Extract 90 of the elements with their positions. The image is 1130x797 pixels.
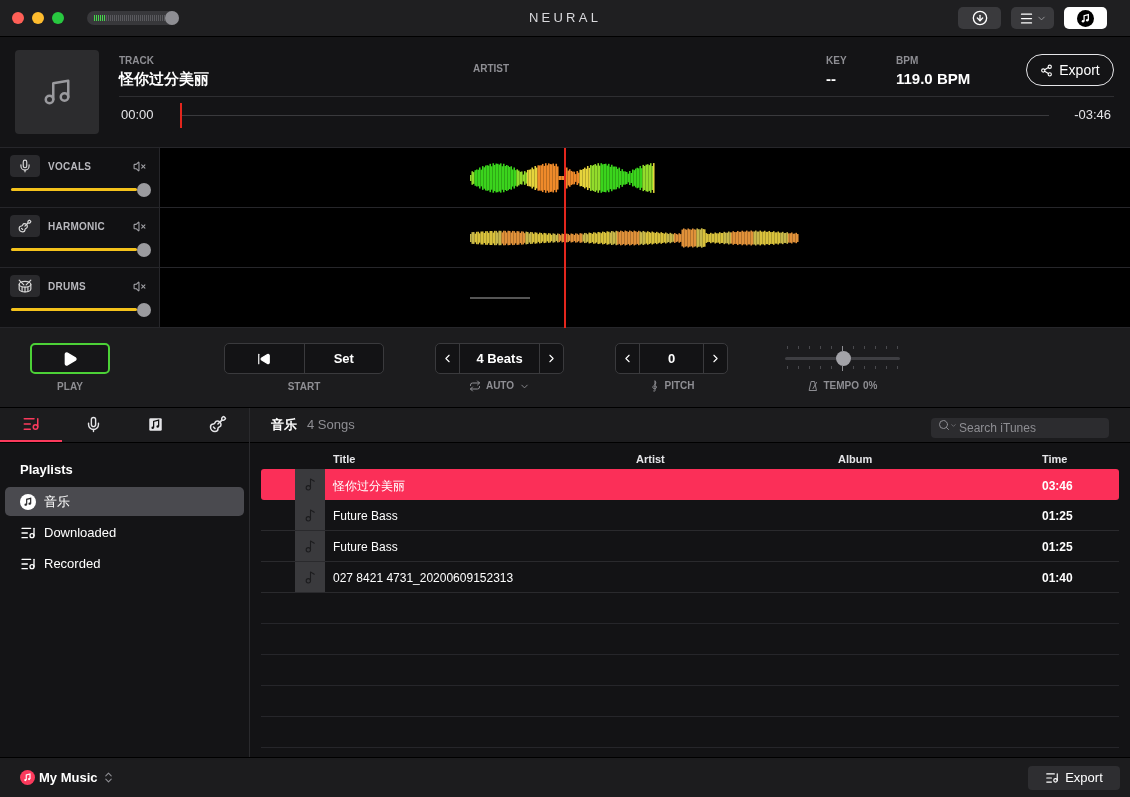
list-title: 音乐 [271,416,297,435]
song-row[interactable]: 怪你过分美丽 03:46 [261,469,1119,500]
column-header[interactable]: Artist [636,450,665,468]
bpm-value: 119.0 BPM [896,69,971,89]
music-disc-icon [20,493,36,510]
slider-handle[interactable] [835,351,851,366]
key-value: -- [826,69,836,89]
stem-label: VOCALS [48,159,92,174]
microphone-icon [18,159,32,173]
bpm-label: BPM [896,55,919,67]
song-row[interactable]: Future Bass 01:25 [261,500,1119,531]
drum-icon [18,279,32,293]
skip-back-icon [257,351,272,366]
song-time: 03:46 [1042,478,1073,493]
slider-handle[interactable] [164,11,179,25]
master-volume-slider[interactable] [87,11,179,25]
pitch-label: PITCH [664,379,695,393]
playlists-heading: Playlists [20,462,73,478]
column-header[interactable]: Title [333,450,356,468]
export-button[interactable]: Export [1028,765,1120,790]
tempo-slider[interactable] [785,343,900,374]
music-note-icon [148,416,164,432]
chevron-down-icon [950,422,957,429]
playhead-marker[interactable] [180,102,182,128]
song-time: 01:40 [1042,571,1073,585]
slider-handle[interactable] [137,243,151,257]
track-title: 怪你过分美丽 [119,69,209,89]
playlist-icon [22,415,41,433]
metronome-icon [807,380,820,392]
song-title: 027 8421 4731_20200609152313 [333,571,514,585]
share-icon [1040,63,1054,77]
guitar-icon [18,219,32,233]
waveform [470,296,530,299]
music-note-icon [42,77,72,107]
source-selector[interactable]: My Music [20,767,115,788]
mute-icon [132,219,146,233]
close-window-icon[interactable] [12,12,24,24]
download-button[interactable] [958,7,1001,29]
pitch-value: 0 [666,349,677,368]
remaining-time: -03:46 [1073,106,1112,125]
column-header[interactable]: Time [1042,450,1068,468]
playlist-item[interactable]: 音乐 [5,487,244,516]
music-note-icon [303,539,317,553]
minimize-window-icon[interactable] [32,12,44,24]
app-logo: NEURAL [528,9,602,28]
progress-track[interactable] [180,102,1049,128]
song-title: Future Bass [333,509,398,523]
music-note-icon [20,770,35,785]
start-label: START [287,381,321,393]
stem-label: DRUMS [48,279,86,294]
loop-mode-button[interactable]: AUTO [468,379,531,393]
slider-handle[interactable] [137,183,151,197]
play-label: PLAY [57,381,83,393]
track-label: TRACK [119,55,154,67]
stem-label: HARMONIC [48,219,105,234]
loop-length-value: 4 Beats [475,349,524,368]
music-note-icon [303,508,317,522]
search-field[interactable]: Search iTunes [931,418,1109,438]
song-row[interactable]: 027 8421 4731_20200609152313 01:40 [261,562,1119,593]
repeat-icon [468,380,481,392]
elapsed-time: 00:00 [120,106,155,125]
song-time: 01:25 [1042,509,1073,523]
song-time: 01:25 [1042,540,1073,554]
song-row[interactable]: Future Bass 01:25 [261,531,1119,562]
song-title: 怪你过分美丽 [333,478,405,493]
playlist-icon [1045,770,1060,785]
music-note-icon [1077,9,1094,27]
search-icon [938,419,950,431]
playlist-item[interactable]: Recorded [5,549,244,578]
tempo-label: TEMPO [823,379,860,393]
music-note-icon [303,570,317,584]
tempo-reading: 0% [863,379,878,393]
key-label: KEY [826,55,847,67]
song-title: Future Bass [333,540,398,554]
menu-button[interactable] [1011,7,1054,29]
artist-label: ARTIST [473,63,510,74]
slider-handle[interactable] [137,303,151,317]
zoom-window-icon[interactable] [52,12,64,24]
music-library-button[interactable] [1064,7,1107,29]
menu-icon [1018,10,1034,26]
mute-icon [132,159,146,173]
play-icon [62,350,78,367]
playlist-item[interactable]: Downloaded [5,518,244,547]
download-icon [971,10,988,26]
column-header[interactable]: Album [838,450,873,468]
mute-icon [132,279,146,293]
guitar-icon [208,415,227,433]
play-button[interactable] [30,343,110,374]
song-count: 4 Songs [307,416,355,435]
music-note-icon [303,478,317,491]
